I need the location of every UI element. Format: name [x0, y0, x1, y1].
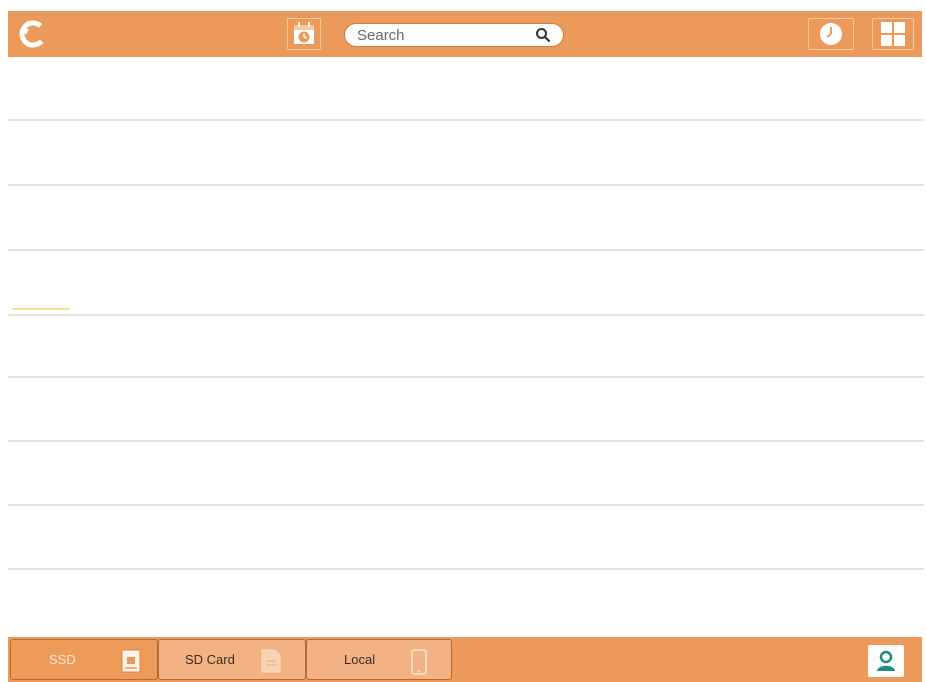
phone-icon	[411, 649, 427, 675]
list-row-divider	[8, 568, 924, 570]
file-list	[8, 57, 924, 637]
list-row-divider	[8, 184, 924, 186]
tab-sd-card[interactable]: SD Card	[158, 639, 306, 680]
history-button[interactable]	[808, 18, 854, 50]
account-button[interactable]	[868, 645, 904, 677]
list-row-divider	[8, 119, 924, 121]
search-icon[interactable]	[535, 27, 551, 43]
ssd-drive-icon	[121, 649, 141, 673]
back-button[interactable]	[18, 19, 48, 49]
list-row-divider	[8, 314, 924, 316]
grid-view-icon	[881, 22, 905, 46]
tab-sd-card-label: SD Card	[185, 652, 235, 667]
list-row-divider	[8, 504, 924, 506]
tab-ssd-label: SSD	[49, 652, 76, 667]
calendar-button[interactable]	[287, 18, 321, 50]
tab-local-label: Local	[344, 652, 376, 667]
list-row-divider	[8, 376, 924, 378]
tab-ssd[interactable]: SSD	[10, 639, 158, 680]
search-box[interactable]	[344, 23, 564, 47]
list-row-divider	[8, 249, 924, 251]
calendar-clock-icon	[294, 22, 314, 44]
row-highlight-mark	[12, 308, 70, 310]
grid-view-button[interactable]	[872, 18, 914, 50]
search-input[interactable]	[357, 24, 527, 46]
sd-card-icon	[261, 649, 281, 673]
back-arrow-icon	[19, 20, 47, 48]
bottom-toolbar: SSD SD Card Local	[8, 637, 922, 682]
clock-icon	[820, 23, 842, 45]
tab-local[interactable]: Local	[306, 639, 452, 680]
user-account-icon	[877, 650, 895, 671]
list-row-divider	[8, 440, 924, 442]
top-toolbar	[8, 11, 922, 57]
